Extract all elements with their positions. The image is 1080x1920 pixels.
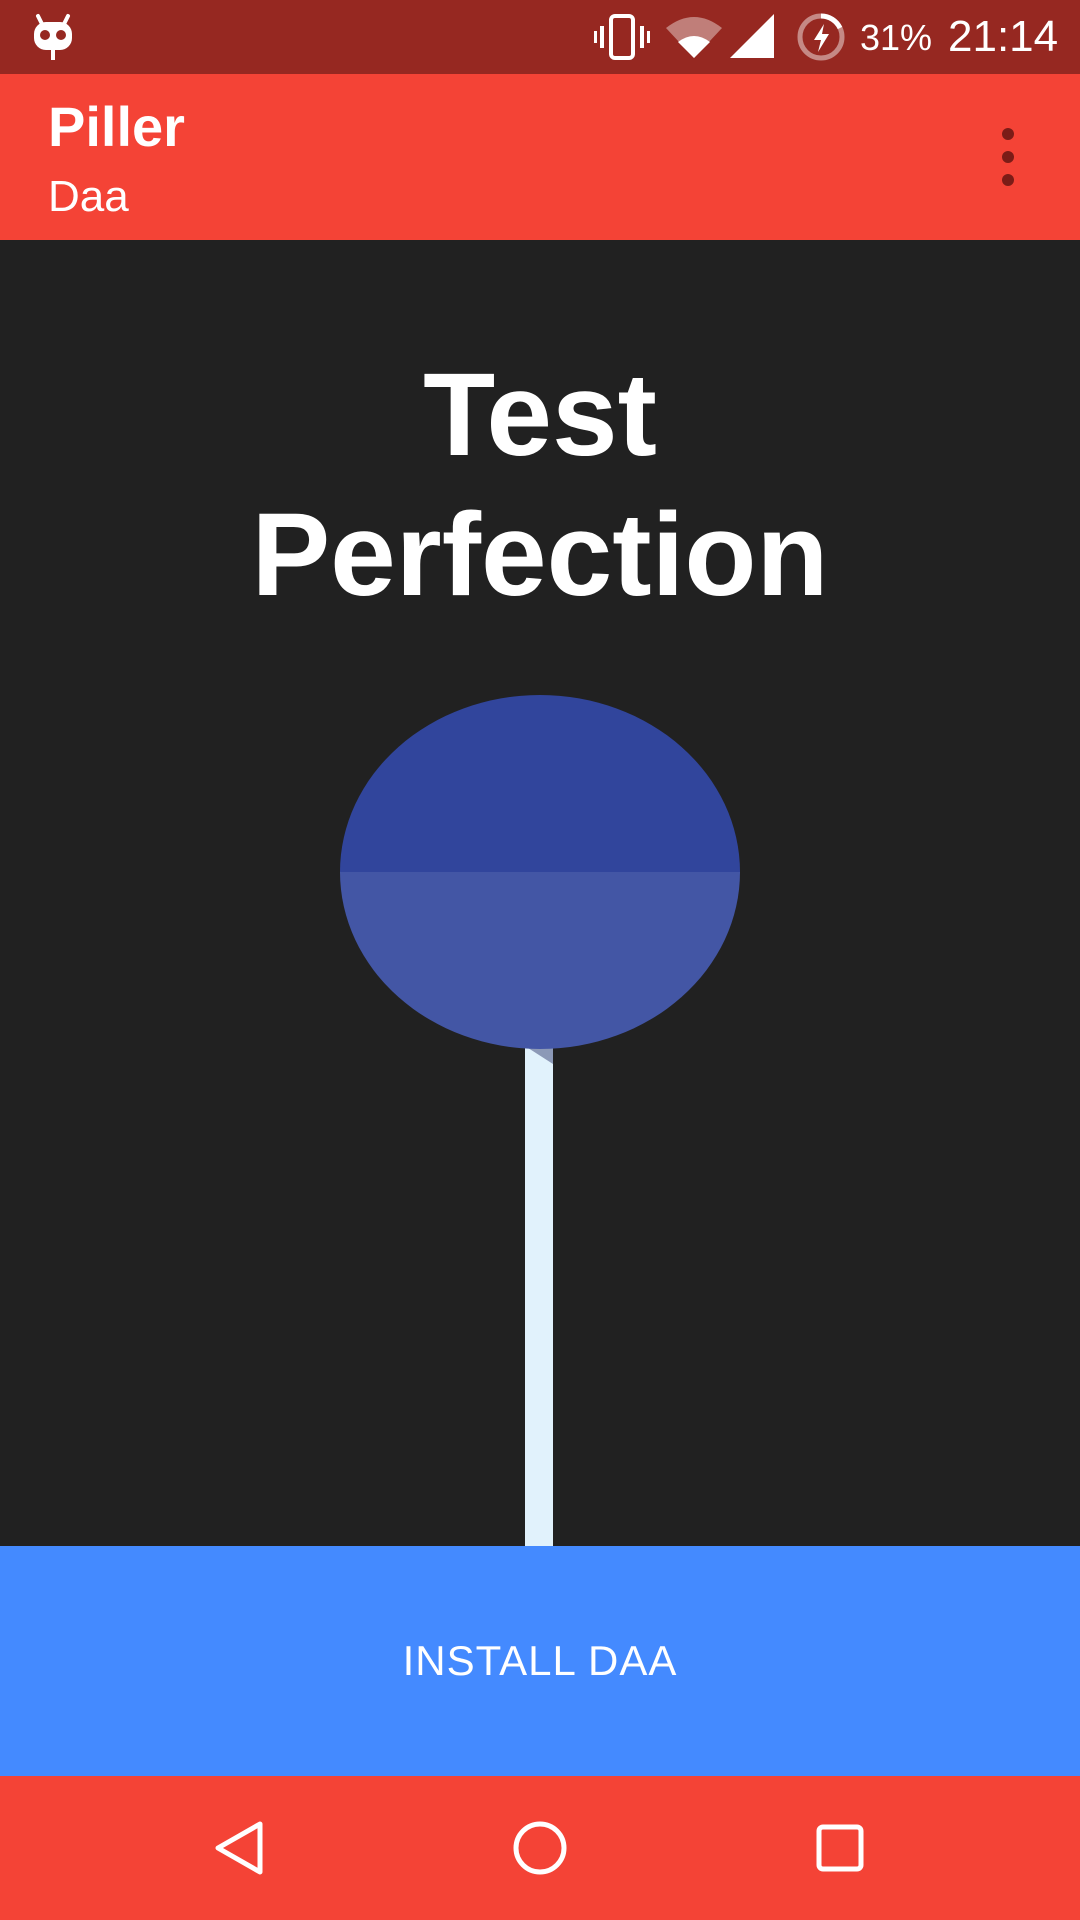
vibrate-icon: [594, 14, 650, 60]
navigation-bar: [0, 1776, 1080, 1920]
lollipop-bottom-half: [340, 872, 740, 1049]
more-vert-icon[interactable]: [986, 124, 1030, 190]
cell-signal-icon: [730, 14, 774, 58]
lollipop-stick: [525, 1046, 553, 1546]
hero-title-line-1: Test: [423, 349, 657, 481]
cyanogenmod-icon: [34, 14, 72, 60]
wifi-icon: [666, 17, 722, 58]
battery-percent: 31%: [860, 17, 933, 58]
hero-section: Test Perfection: [0, 240, 1080, 1546]
battery-charging-icon: [797, 13, 845, 61]
app-title: Piller: [48, 95, 185, 158]
hero-title: Test Perfection: [0, 345, 1080, 625]
back-icon[interactable]: [190, 1798, 290, 1898]
app-bar: Piller Daa: [0, 74, 1080, 240]
hero-title-line-2: Perfection: [251, 489, 829, 621]
status-bar: 31% 21:14: [0, 0, 1080, 74]
home-icon[interactable]: [490, 1798, 590, 1898]
recents-icon[interactable]: [790, 1798, 890, 1898]
screen: 31% 21:14 Piller Daa Test Perfection INS…: [0, 0, 1080, 1920]
app-subtitle: Daa: [48, 172, 129, 221]
lollipop-top-half: [340, 695, 740, 872]
install-button[interactable]: INSTALL DAA: [0, 1546, 1080, 1776]
clock: 21:14: [948, 12, 1059, 61]
